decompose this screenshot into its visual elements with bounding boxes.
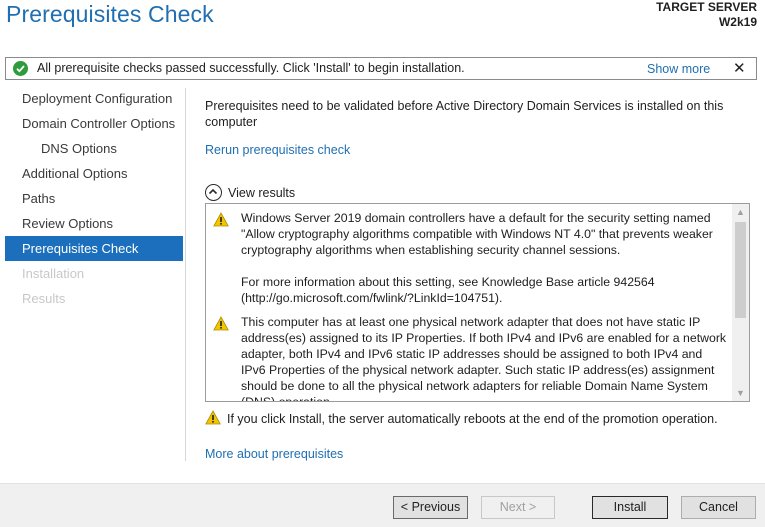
- banner-message: All prerequisite checks passed successfu…: [37, 61, 465, 75]
- next-button: Next >: [481, 496, 555, 519]
- sidebar-nav: Deployment Configuration Domain Controll…: [5, 86, 183, 311]
- sidebar-item-deployment-configuration[interactable]: Deployment Configuration: [5, 86, 183, 111]
- result-message: For more information about this setting,…: [241, 275, 655, 305]
- nav-divider: [185, 88, 186, 461]
- more-about-prerequisites-link[interactable]: More about prerequisites: [205, 447, 343, 461]
- scroll-thumb[interactable]: [735, 222, 746, 318]
- page-title: Prerequisites Check: [6, 1, 214, 27]
- list-item: Windows Server 2019 domain controllers h…: [213, 210, 728, 306]
- cancel-button[interactable]: Cancel: [681, 496, 756, 519]
- sidebar-item-results: Results: [22, 291, 66, 306]
- sidebar-item-prerequisites-check[interactable]: Prerequisites Check: [5, 236, 183, 261]
- chevron-up-icon: [205, 184, 222, 201]
- view-results-label: View results: [228, 185, 296, 200]
- intro-text: Prerequisites need to be validated befor…: [205, 99, 724, 129]
- scroll-down-icon[interactable]: ▼: [732, 385, 749, 401]
- view-results-toggle[interactable]: View results: [205, 184, 295, 201]
- close-icon[interactable]: ✕: [733, 59, 746, 77]
- list-item: This computer has at least one physical …: [213, 314, 728, 402]
- sidebar-item-review-options[interactable]: Review Options: [5, 211, 183, 236]
- sidebar-item-dns-options[interactable]: DNS Options: [5, 136, 183, 161]
- scroll-up-icon[interactable]: ▲: [732, 204, 749, 220]
- rerun-prerequisites-link[interactable]: Rerun prerequisites check: [205, 143, 350, 157]
- results-scrollbar[interactable]: ▲ ▼: [732, 204, 749, 401]
- reboot-warning: If you click Install, the server automat…: [205, 410, 718, 428]
- show-more-link[interactable]: Show more: [647, 62, 710, 76]
- result-message: Windows Server 2019 domain controllers h…: [241, 211, 713, 257]
- check-circle-icon: [13, 61, 28, 76]
- results-list[interactable]: Windows Server 2019 domain controllers h…: [205, 203, 750, 402]
- target-server: TARGET SERVER W2k19: [656, 0, 757, 30]
- warning-icon: [213, 212, 229, 230]
- sidebar-item-domain-controller-options[interactable]: Domain Controller Options: [5, 111, 183, 136]
- sidebar-item-installation: Installation: [22, 266, 85, 281]
- warning-icon: [205, 410, 221, 428]
- sidebar-item-additional-options[interactable]: Additional Options: [5, 161, 183, 186]
- result-message: This computer has at least one physical …: [241, 315, 727, 402]
- previous-button[interactable]: < Previous: [393, 496, 468, 519]
- reboot-warning-text: If you click Install, the server automat…: [227, 412, 718, 426]
- install-button[interactable]: Install: [592, 496, 668, 519]
- target-server-label: TARGET SERVER: [656, 0, 757, 14]
- status-banner: All prerequisite checks passed successfu…: [5, 57, 757, 80]
- sidebar-item-paths[interactable]: Paths: [5, 186, 183, 211]
- target-server-name: W2k19: [718, 15, 757, 29]
- wizard-footer: < Previous Next > Install Cancel: [0, 483, 765, 527]
- warning-icon: [213, 316, 229, 334]
